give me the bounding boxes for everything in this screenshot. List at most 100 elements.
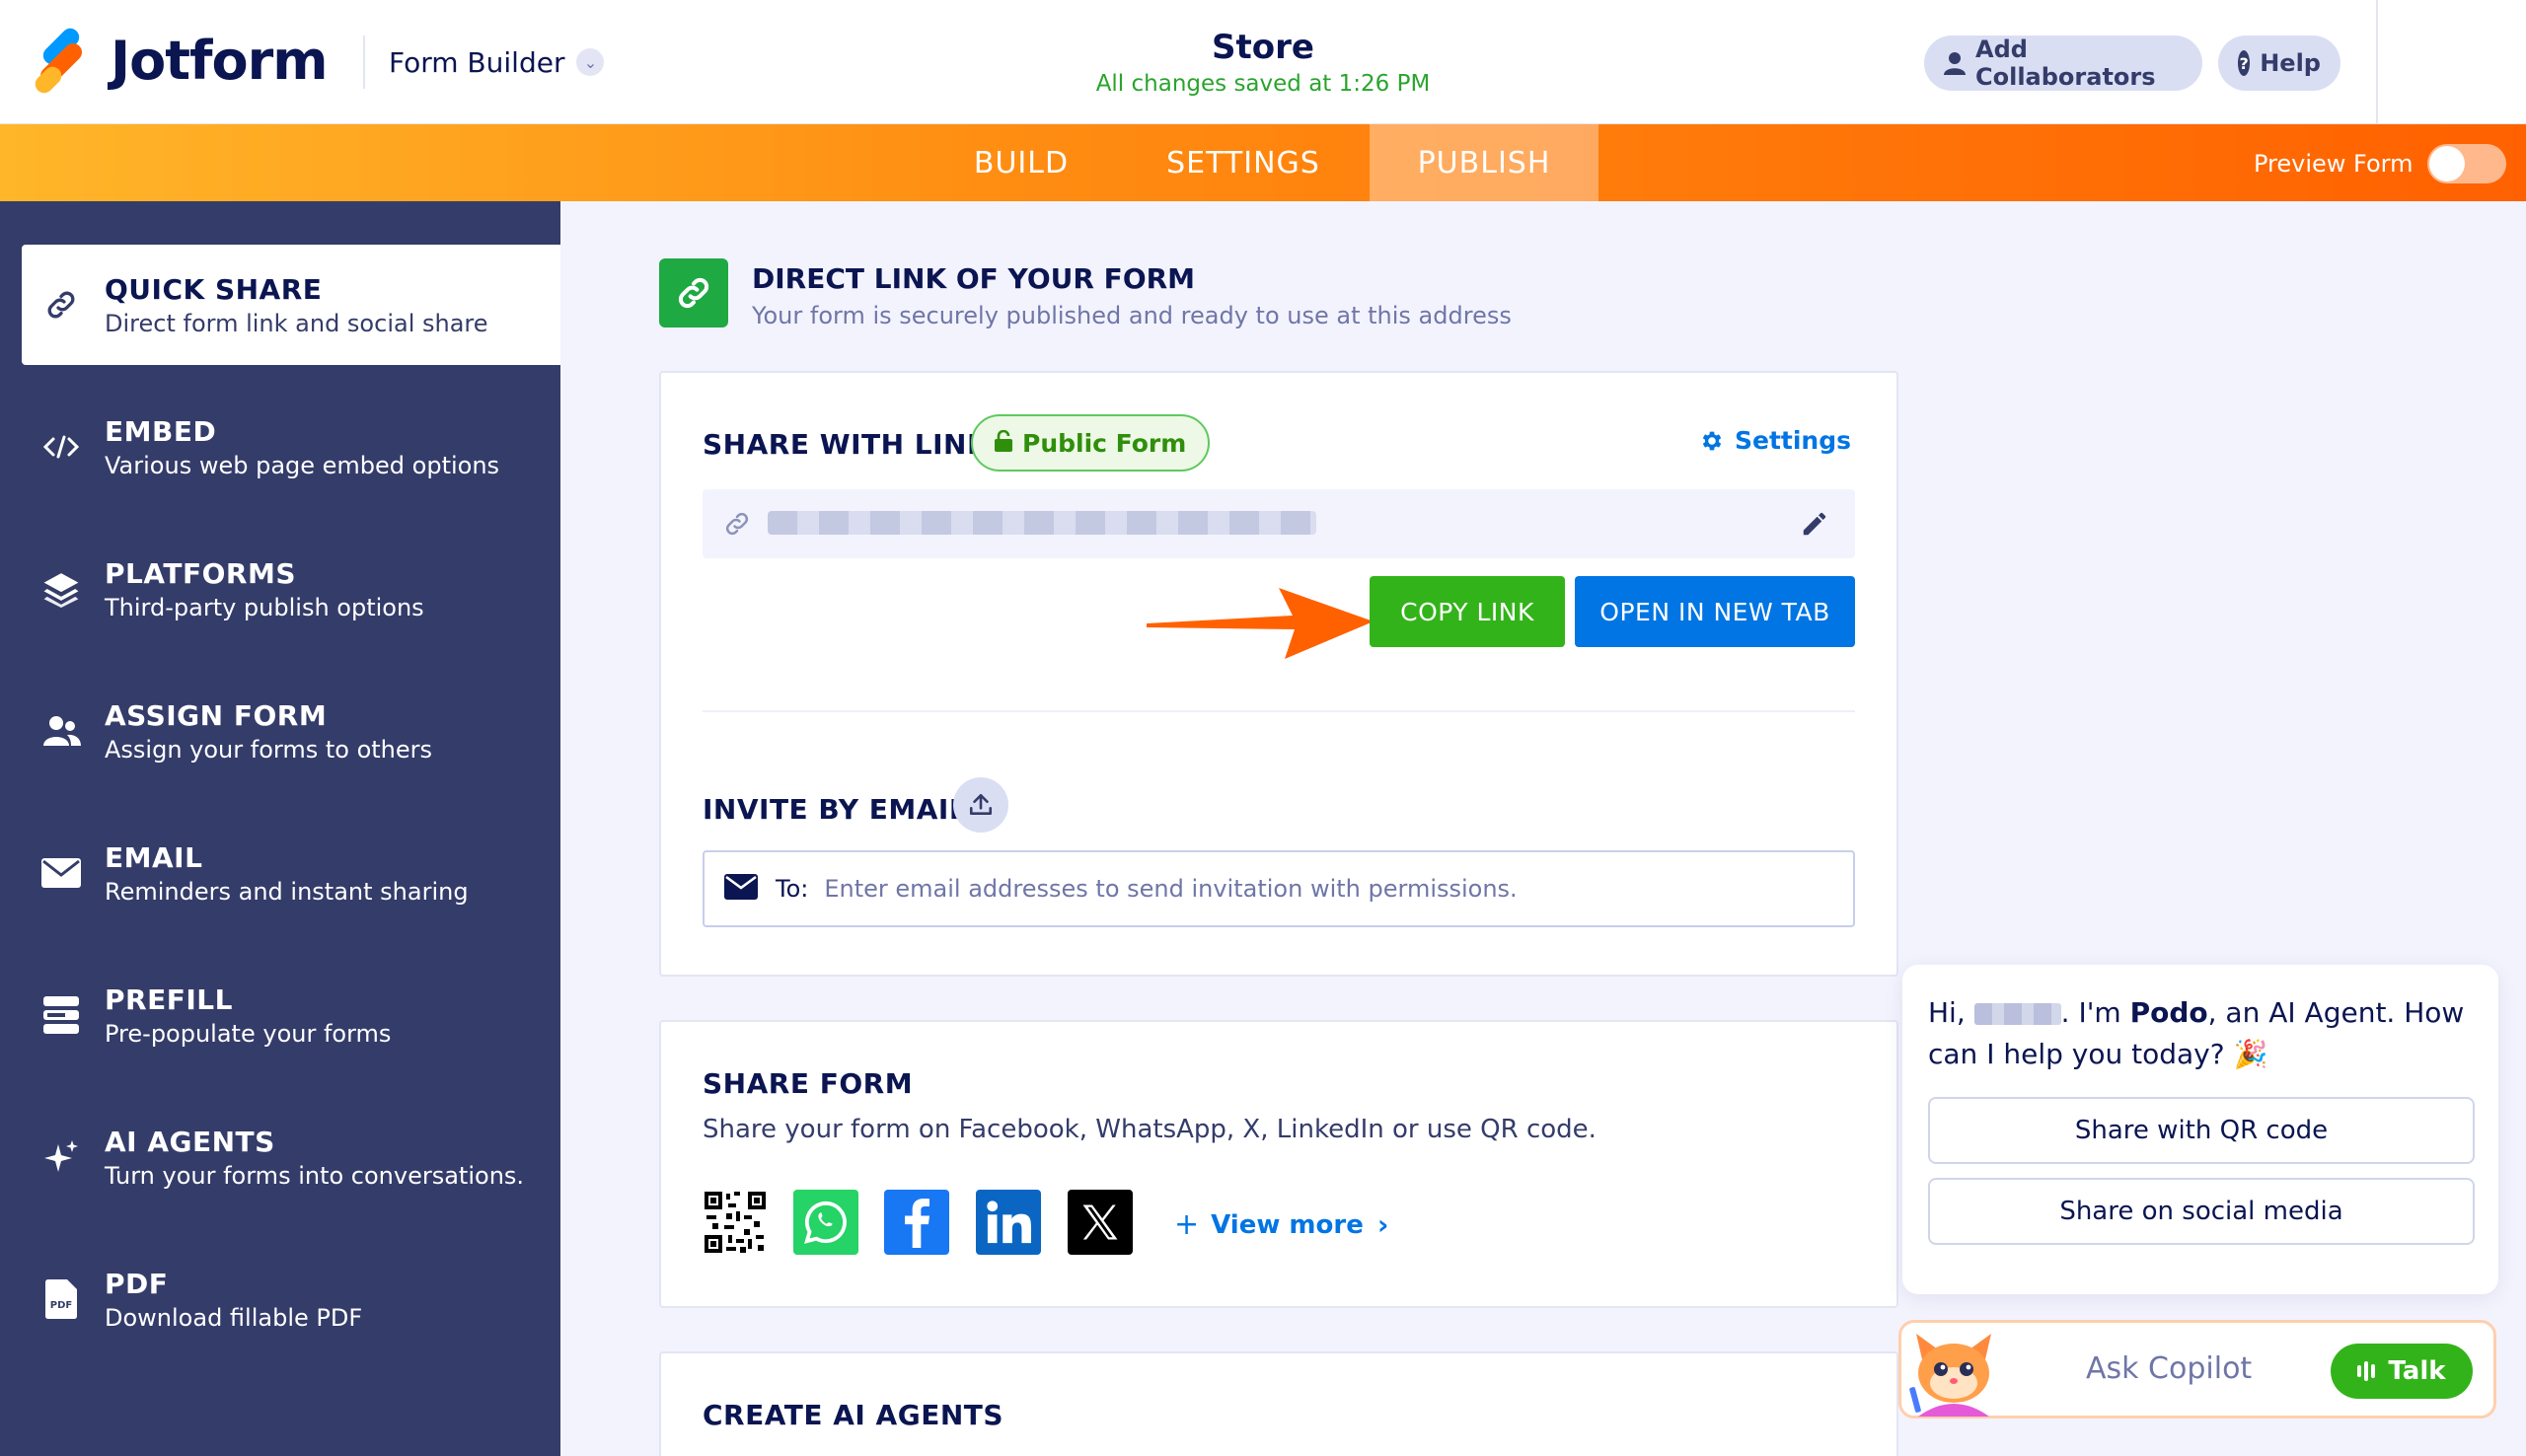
direct-link-title: DIRECT LINK OF YOUR FORM (752, 262, 1196, 295)
sidebar-item-assign-form[interactable]: ASSIGN FORM Assign your forms to others (22, 671, 560, 791)
jotform-logo[interactable]: Jotform (32, 24, 328, 97)
pdf-icon: PDF (41, 1279, 81, 1319)
save-status: All changes saved at 1:26 PM (1095, 71, 1431, 97)
tab-publish[interactable]: PUBLISH (1370, 124, 1598, 201)
user-name-blurred (1973, 1003, 2061, 1025)
sidebar-item-embed[interactable]: EMBED Various web page embed options (22, 387, 560, 507)
qr-code-icon[interactable] (703, 1190, 768, 1255)
copilot-greeting: Hi, . I'm Podo, an AI Agent. How can I h… (1928, 992, 2481, 1075)
share-on-social-media-chip[interactable]: Share on social media (1928, 1178, 2475, 1245)
layers-icon (41, 569, 81, 609)
envelope-icon (41, 853, 81, 893)
email-input[interactable] (824, 875, 1713, 903)
public-form-label: Public Form (1022, 428, 1187, 458)
help-button[interactable]: ? Help (2218, 36, 2340, 91)
envelope-icon (724, 874, 758, 904)
share-form-title: SHARE FORM (703, 1067, 914, 1100)
sidebar-item-pdf[interactable]: PDF PDF Download fillable PDF (22, 1239, 560, 1359)
sidebar-item-prefill[interactable]: PREFILL Pre-populate your forms (22, 955, 560, 1075)
view-more-link[interactable]: + View more › (1174, 1207, 1388, 1242)
talk-label: Talk (2388, 1356, 2446, 1386)
sidebar-item-quick-share[interactable]: QUICK SHARE Direct form link and social … (22, 245, 560, 365)
share-with-qr-code-chip[interactable]: Share with QR code (1928, 1097, 2475, 1164)
sidebar-item-title: EMAIL (105, 840, 203, 874)
direct-link-icon (659, 258, 728, 328)
sidebar-item-title: PREFILL (105, 983, 233, 1016)
prefill-icon (41, 995, 81, 1035)
pencil-icon[interactable] (1800, 509, 1829, 543)
open-in-new-tab-button[interactable]: OPEN IN NEW TAB (1575, 576, 1855, 647)
copy-link-button[interactable]: COPY LINK (1370, 576, 1565, 647)
sidebar-item-subtitle: Third-party publish options (105, 593, 424, 621)
agent-name: Podo (2129, 996, 2208, 1029)
greeting-prefix: Hi, (1928, 996, 1966, 1029)
sidebar-item-title: QUICK SHARE (105, 272, 323, 306)
tab-build[interactable]: BUILD (947, 124, 1095, 201)
lock-icon (995, 429, 1012, 458)
section-divider (703, 710, 1855, 712)
question-icon: ? (2238, 50, 2251, 76)
preview-form-control[interactable]: Preview Form (2254, 144, 2506, 183)
builder-label: Form Builder (389, 45, 565, 79)
create-ai-agents-title: CREATE AI AGENTS (703, 1399, 1004, 1431)
invite-by-email-title: INVITE BY EMAIL (703, 793, 968, 826)
form-title-block: Store All changes saved at 1:26 PM (1066, 28, 1460, 97)
x-icon[interactable] (1068, 1190, 1133, 1255)
greeting-mid: . I'm (2060, 996, 2130, 1029)
linkedin-icon[interactable] (976, 1190, 1041, 1255)
share-form-card (659, 1020, 1898, 1308)
chevron-down-icon: ⌄ (576, 48, 605, 76)
preview-form-label: Preview Form (2254, 150, 2414, 178)
ask-copilot-input[interactable]: Ask Copilot (2086, 1351, 2252, 1386)
audio-bars-icon (2357, 1361, 2378, 1381)
upload-icon[interactable] (953, 777, 1008, 833)
code-icon (41, 427, 81, 467)
arrow-pointer-icon (1147, 588, 1374, 659)
public-form-badge[interactable]: Public Form (971, 414, 1211, 472)
form-url-blurred[interactable] (768, 511, 1316, 535)
gear-icon (1702, 431, 1722, 450)
sidebar-item-title: ASSIGN FORM (105, 698, 328, 732)
sidebar-item-subtitle: Download fillable PDF (105, 1303, 363, 1332)
form-title[interactable]: Store (1066, 28, 1460, 67)
share-with-link-title: SHARE WITH LINK (703, 428, 990, 461)
publish-sidebar: QUICK SHARE Direct form link and social … (0, 201, 560, 1456)
link-settings-button[interactable]: Settings (1699, 426, 1851, 455)
talk-button[interactable]: Talk (2331, 1344, 2473, 1399)
builder-tabs-bar: BUILD SETTINGS PUBLISH Preview Form (0, 124, 2526, 201)
top-header: Jotform Form Builder ⌄ Store All changes… (0, 0, 2526, 124)
sidebar-item-subtitle: Reminders and instant sharing (105, 877, 469, 906)
link-icon (41, 285, 81, 325)
facebook-icon[interactable] (884, 1190, 949, 1255)
whatsapp-icon[interactable] (793, 1190, 858, 1255)
builder-switcher[interactable]: Form Builder ⌄ (363, 36, 605, 89)
brand-name: Jotform (111, 30, 328, 92)
user-icon (1944, 51, 1966, 75)
header-divider (2376, 0, 2378, 124)
users-icon (41, 711, 81, 751)
sidebar-item-email[interactable]: EMAIL Reminders and instant sharing (22, 813, 560, 933)
sidebar-item-subtitle: Direct form link and social share (105, 309, 488, 337)
jotform-logo-icon (32, 24, 87, 97)
invite-email-field[interactable]: To: (703, 850, 1855, 927)
sidebar-item-ai-agents[interactable]: AI AGENTS Turn your forms into conversat… (22, 1097, 560, 1217)
sidebar-item-subtitle: Turn your forms into conversations. (105, 1161, 525, 1190)
sidebar-item-title: AI AGENTS (105, 1125, 275, 1158)
svg-text:PDF: PDF (50, 1300, 72, 1311)
preview-toggle[interactable] (2426, 144, 2506, 183)
tab-settings[interactable]: SETTINGS (1145, 124, 1342, 201)
sidebar-item-title: PDF (105, 1267, 169, 1300)
sparkle-icon (41, 1137, 81, 1177)
sidebar-item-platforms[interactable]: PLATFORMS Third-party publish options (22, 529, 560, 649)
direct-link-subtitle: Your form is securely published and read… (752, 302, 1512, 329)
form-link-field[interactable] (703, 489, 1855, 558)
help-label: Help (2260, 49, 2321, 77)
copilot-chat-panel: Hi, . I'm Podo, an AI Agent. How can I h… (1902, 965, 2498, 1294)
email-to-label: To: (776, 875, 809, 903)
podo-avatar[interactable] (1908, 1330, 1999, 1417)
chevron-right-icon: › (1376, 1208, 1389, 1241)
add-collaborators-label: Add Collaborators (1975, 36, 2156, 91)
share-form-description: Share your form on Facebook, WhatsApp, X… (703, 1115, 1597, 1144)
add-collaborators-button[interactable]: Add Collaborators (1924, 36, 2202, 91)
sidebar-item-subtitle: Assign your forms to others (105, 735, 433, 764)
